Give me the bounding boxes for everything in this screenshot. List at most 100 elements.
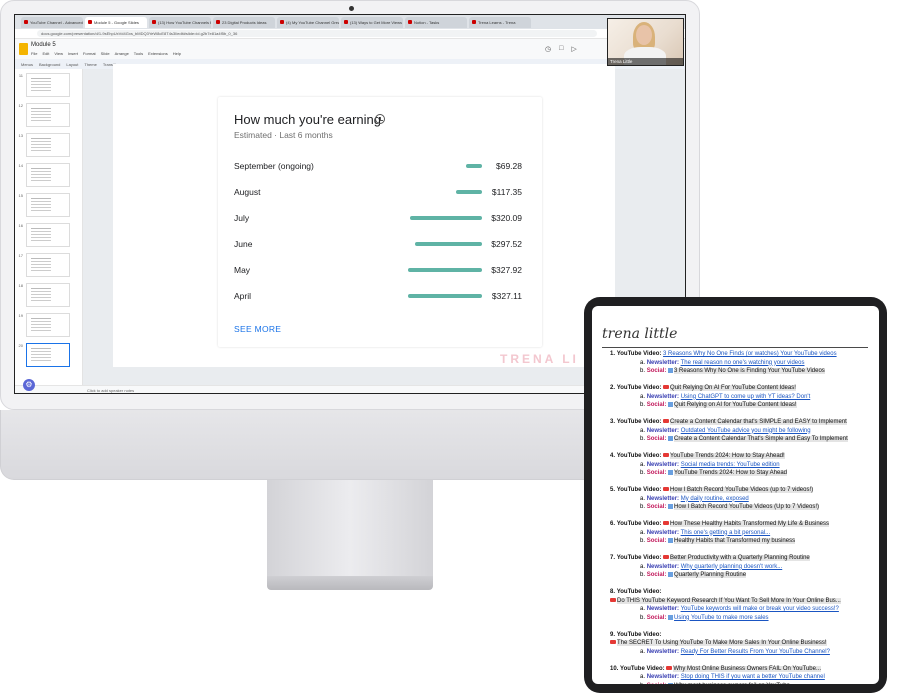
newsletter-link[interactable]: Why quarterly planning doesn't work... <box>681 564 783 570</box>
slide-thumbnail-row[interactable]: 15 <box>17 193 70 217</box>
present-icon[interactable]: ▷ <box>571 45 576 53</box>
slide-thumbnail-row[interactable]: 19 <box>17 313 70 337</box>
menu-item[interactable]: Arrange <box>115 51 129 56</box>
sub-letter: a. <box>640 648 646 655</box>
slide-number: 13 <box>18 133 23 138</box>
slide-thumbnail-row[interactable]: 11 <box>17 73 70 97</box>
sub-letter: b. <box>640 572 646 578</box>
youtube-label: YouTube Video: <box>616 453 662 459</box>
browser-tab[interactable]: (13) How YouTube Channels Earn <box>149 16 211 28</box>
social-text: Create a Content Calendar That's Simple … <box>674 436 848 442</box>
slide-thumbnail[interactable] <box>26 313 70 337</box>
slide-thumbnail[interactable] <box>26 163 70 187</box>
slides-logo-icon[interactable] <box>19 43 28 55</box>
video-title: Create a Content Calendar that's SIMPLE … <box>670 419 847 425</box>
newsletter-link[interactable]: YouTube keywords will make or break your… <box>681 606 839 612</box>
imac-stand <box>267 480 433 576</box>
browser-tab[interactable]: Notion - Tasks <box>405 16 467 28</box>
youtube-label: YouTube Video: <box>616 487 662 493</box>
slide-thumbnail-row[interactable]: 12 <box>17 103 70 127</box>
newsletter-link[interactable]: My daily routine, exposed <box>681 496 749 502</box>
slide-thumbnail[interactable] <box>26 283 70 307</box>
toolbar-item[interactable]: Menus <box>21 62 33 67</box>
browser-tab-label: (13) Ways to Get More Views <box>350 19 403 25</box>
see-more-link[interactable]: SEE MORE <box>234 324 281 334</box>
slide-number: 19 <box>18 313 23 318</box>
browser-tab[interactable]: (4) My YouTube Channel Grew <box>277 16 339 28</box>
slide-thumbnail[interactable] <box>26 103 70 127</box>
earnings-row: August $117.35 <box>234 185 522 199</box>
gear-icon[interactable]: ⚙ <box>23 379 35 391</box>
clock-icon[interactable] <box>375 114 385 124</box>
slide-thumbnail-row[interactable]: 17 <box>17 253 70 277</box>
menu-item[interactable]: File <box>31 51 37 56</box>
month-label: July <box>234 213 250 223</box>
slide-thumbnail-row[interactable]: 14 <box>17 163 70 187</box>
newsletter-link[interactable]: Ready For Better Results From Your YouTu… <box>681 649 830 655</box>
newsletter-link[interactable]: Social media trends: YouTube edition <box>681 462 780 468</box>
video-title: Why Most Online Business Owners FAIL On … <box>673 665 821 672</box>
slide-thumbnail[interactable] <box>26 133 70 157</box>
social-icon <box>668 614 674 620</box>
browser-tab[interactable]: 23 Digital Products Ideas <box>213 16 275 28</box>
social-line: b. Social: Healthy Habits that Transform… <box>640 537 796 546</box>
browser-tab-label: (13) How YouTube Channels Earn <box>158 19 211 25</box>
menu-item[interactable]: Slide <box>101 51 110 56</box>
toolbar-item[interactable]: Layout <box>66 62 78 67</box>
doc-title[interactable]: Module 5 <box>31 42 56 48</box>
youtube-label: YouTube Video: <box>616 589 662 595</box>
url-field[interactable]: docs.google.com/presentation/d/1-9sEhpUx… <box>37 30 597 37</box>
menu-item[interactable]: Tools <box>134 51 143 56</box>
toolbar-item[interactable]: Background <box>39 62 60 67</box>
address-bar[interactable]: docs.google.com/presentation/d/1-9sEhpUx… <box>15 29 685 39</box>
video-title[interactable]: 3 Reasons Why No One Finds (or watches) … <box>663 351 837 357</box>
watermark: TRENA LI <box>500 352 579 366</box>
social-line: b. Social: YouTube Trends 2024: How to S… <box>640 469 788 478</box>
menu-item[interactable]: Format <box>83 51 96 56</box>
menu-item[interactable]: View <box>54 51 63 56</box>
newsletter-line: a. Newsletter: Social media trends: YouT… <box>640 461 780 470</box>
browser-tab[interactable]: YouTube Channel - Advanced <box>21 16 83 28</box>
browser-tab[interactable]: (13) Ways to Get More Views <box>341 16 403 28</box>
slide-thumbnail-row[interactable]: 18 <box>17 283 70 307</box>
earnings-row: June $297.52 <box>234 237 522 251</box>
plan-item-title-line: 10. YouTube Video: Why Most Online Busin… <box>610 665 821 674</box>
browser-tab-strip: YouTube Channel - Advanced Module 5 - Goo… <box>15 15 685 29</box>
history-icon[interactable]: ◷ <box>545 45 551 53</box>
youtube-icon <box>666 665 673 670</box>
card-title: How much you're earning <box>234 112 381 127</box>
newsletter-link[interactable]: The real reason no one's watching your v… <box>681 360 805 366</box>
browser-tab[interactable]: Trena Learns - Trena <box>469 16 531 28</box>
newsletter-link[interactable]: This one's getting a bit personal... <box>681 530 771 536</box>
menu-item[interactable]: Edit <box>42 51 49 56</box>
slide-number: 18 <box>18 283 23 288</box>
newsletter-link[interactable]: Stop doing THIS if you want a better You… <box>681 674 825 680</box>
tab-favicon-icon <box>88 20 92 24</box>
social-icon <box>668 368 674 373</box>
slide-thumbnail[interactable] <box>26 343 70 367</box>
youtube-label: YouTube Video: <box>616 521 662 527</box>
browser-tab[interactable]: Module 5 - Google Slides <box>85 16 147 28</box>
plan-item-title-line: 2. YouTube Video: Quit Relying On AI For… <box>610 384 796 393</box>
slide-thumbnail[interactable] <box>26 223 70 247</box>
menu-item[interactable]: Help <box>173 51 181 56</box>
slide-thumbnail[interactable] <box>26 73 70 97</box>
newsletter-link[interactable]: Outdated YouTube advice you might be fol… <box>681 428 811 434</box>
month-label: April <box>234 291 252 301</box>
social-text[interactable]: Using YouTube to make more sales <box>674 615 769 621</box>
slide-thumbnail-row[interactable]: 13 <box>17 133 70 157</box>
social-label: Social: <box>647 683 667 685</box>
toolbar-item[interactable]: Theme <box>84 62 96 67</box>
social-icon <box>668 504 674 509</box>
comment-icon[interactable]: □ <box>559 45 563 53</box>
slide-thumbnail[interactable] <box>26 193 70 217</box>
social-icon <box>668 572 674 577</box>
social-label: Social: <box>646 402 667 408</box>
slide-thumbnail-row[interactable]: 16 <box>17 223 70 247</box>
newsletter-link[interactable]: Using ChatGPT to come up with YT ideas? … <box>681 394 811 400</box>
social-line: b. Social: Why most business owners fail… <box>640 682 790 685</box>
slide-thumbnail-row[interactable]: 20 <box>17 343 70 367</box>
menu-item[interactable]: Extensions <box>148 51 168 56</box>
slide-thumbnail[interactable] <box>26 253 70 277</box>
menu-item[interactable]: Insert <box>68 51 78 56</box>
